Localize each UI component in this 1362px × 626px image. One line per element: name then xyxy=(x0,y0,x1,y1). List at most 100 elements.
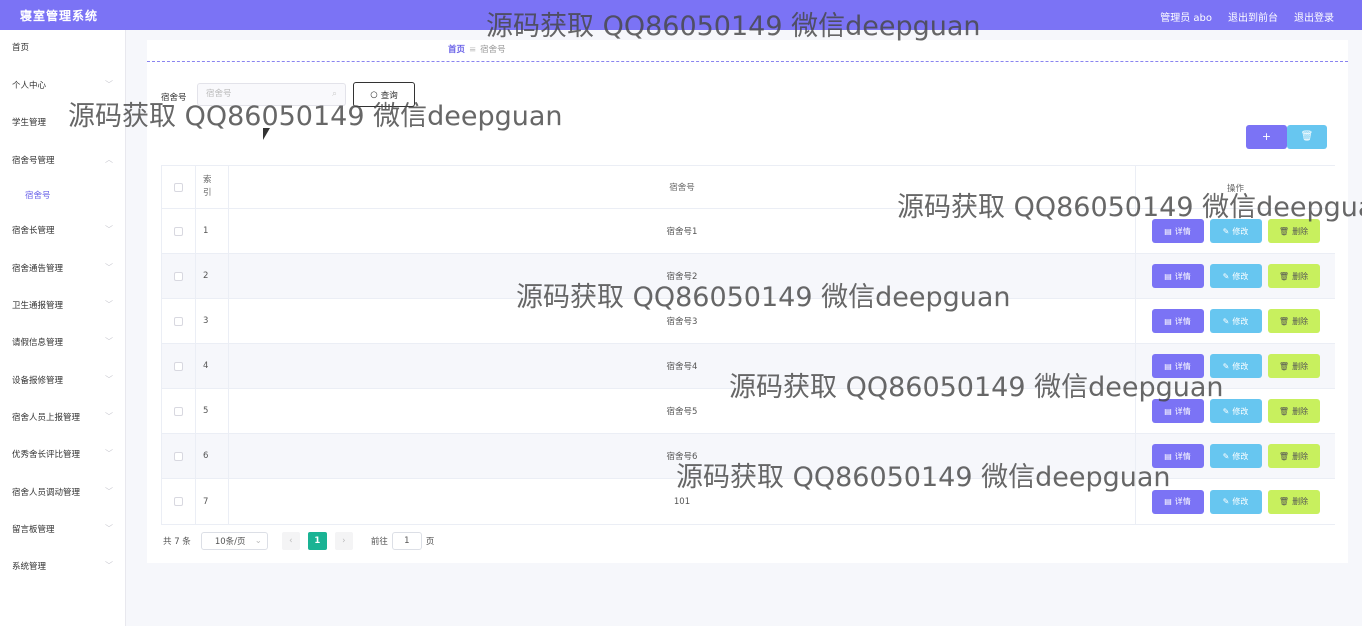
delete-button[interactable]: 🗑 删除 xyxy=(1267,264,1320,288)
divider xyxy=(147,61,1348,62)
row-checkbox[interactable] xyxy=(174,271,183,281)
chevron-down-icon: ﹀ xyxy=(105,117,113,126)
sidebar-item-evaluation[interactable]: 优秀舍长评比管理 ﹀ xyxy=(0,441,126,467)
detail-button[interactable]: ▤ 详情 xyxy=(1151,264,1204,288)
trash-icon: 🗑 xyxy=(1278,316,1290,326)
sidebar-item-leave[interactable]: 请假信息管理 ﹀ xyxy=(0,329,126,355)
table-row: 6 宿舍号6 ▤ 详情 ✎ 修改 🗑 删除 xyxy=(162,434,1335,479)
chevron-down-icon: ﹀ xyxy=(105,337,113,346)
search-button-label: 查询 xyxy=(380,90,398,101)
chevron-down-icon: ﹀ xyxy=(105,412,113,421)
batch-delete-button[interactable]: 🗑 xyxy=(1287,125,1327,149)
sidebar-item-dorm-number-mgmt[interactable]: 宿舍号管理 ︿ xyxy=(0,147,126,173)
row-checkbox[interactable] xyxy=(174,361,183,371)
row-checkbox[interactable] xyxy=(174,451,183,461)
table-row: 3 宿舍号3 ▤ 详情 ✎ 修改 🗑 删除 xyxy=(162,299,1335,344)
search-button[interactable]: ○ 查询 xyxy=(353,82,415,107)
breadcrumb-separator: ≡ xyxy=(469,45,477,55)
edit-button[interactable]: ✎ 修改 xyxy=(1209,489,1262,514)
search-placeholder: 宿舍号 xyxy=(206,89,232,99)
edit-button[interactable]: ✎ 修改 xyxy=(1209,219,1262,243)
sidebar-item-guestbook[interactable]: 留言板管理 ﹀ xyxy=(0,516,126,542)
row-checkbox[interactable] xyxy=(174,406,183,416)
row-index: 2 xyxy=(196,254,229,298)
chevron-down-icon: ﹀ xyxy=(105,80,113,89)
chevron-down-icon: ﹀ xyxy=(105,524,113,533)
edit-button[interactable]: ✎ 修改 xyxy=(1209,399,1262,423)
row-checkbox[interactable] xyxy=(174,316,183,326)
sidebar-item-hygiene[interactable]: 卫生通报管理 ﹀ xyxy=(0,292,126,318)
pencil-icon: ✎ xyxy=(1222,316,1230,326)
detail-button[interactable]: ▤ 详情 xyxy=(1151,489,1204,514)
detail-button[interactable]: ▤ 详情 xyxy=(1151,444,1204,468)
delete-button[interactable]: 🗑 删除 xyxy=(1267,309,1320,333)
row-dorm-number: 宿舍号5 xyxy=(666,407,698,417)
select-all-checkbox[interactable] xyxy=(174,182,183,192)
search-icon: ○ xyxy=(370,89,378,100)
next-page-button[interactable]: › xyxy=(334,532,353,550)
sidebar-item-dorm-number[interactable]: 宿舍号 xyxy=(0,182,126,208)
sidebar-item-notices[interactable]: 宿舍通告管理 ﹀ xyxy=(0,255,126,281)
pagination: 共 7 条 10条/页 ⌄ ‹ 1 › 前往 1 页 xyxy=(163,532,434,550)
table-row: 2 宿舍号2 ▤ 详情 ✎ 修改 🗑 删除 xyxy=(162,254,1335,299)
row-dorm-number: 宿舍号2 xyxy=(666,272,698,282)
row-dorm-number: 宿舍号6 xyxy=(666,452,698,462)
to-front-link[interactable]: 退出到前台 xyxy=(1228,9,1278,24)
breadcrumb-current: 宿舍号 xyxy=(480,45,506,55)
chevron-down-icon: ﹀ xyxy=(105,263,113,272)
add-button[interactable]: + xyxy=(1246,125,1287,149)
search-icon: ⌕ xyxy=(331,89,337,99)
row-index: 6 xyxy=(196,434,229,478)
delete-button[interactable]: 🗑 删除 xyxy=(1267,399,1320,423)
sidebar-item-report[interactable]: 宿舍人员上报管理 ﹀ xyxy=(0,404,126,430)
logout-link[interactable]: 退出登录 xyxy=(1294,9,1334,24)
table-header: 索引 宿舍号 操作 xyxy=(162,166,1335,209)
delete-button[interactable]: 🗑 删除 xyxy=(1267,444,1320,468)
detail-button[interactable]: ▤ 详情 xyxy=(1151,399,1204,423)
pencil-icon: ✎ xyxy=(1222,406,1230,416)
page-size-select[interactable]: 10条/页 ⌄ xyxy=(200,532,268,550)
header-actions: 管理员 abo 退出到前台 退出登录 xyxy=(1160,9,1334,24)
header-ops: 操作 xyxy=(1135,166,1335,208)
delete-button[interactable]: 🗑 删除 xyxy=(1267,354,1320,378)
document-icon: ▤ xyxy=(1164,406,1172,416)
prev-page-button[interactable]: ‹ xyxy=(281,532,300,550)
row-checkbox[interactable] xyxy=(174,226,183,236)
table-row: 7 101 ▤ 详情 ✎ 修改 🗑 删除 xyxy=(162,479,1335,524)
detail-button[interactable]: ▤ 详情 xyxy=(1151,354,1204,378)
document-icon: ▤ xyxy=(1164,451,1172,461)
delete-button[interactable]: 🗑 删除 xyxy=(1267,219,1320,243)
chevron-up-icon: ︿ xyxy=(105,155,113,164)
edit-button[interactable]: ✎ 修改 xyxy=(1209,444,1262,468)
chevron-down-icon: ﹀ xyxy=(105,225,113,234)
app-title: 寝室管理系统 xyxy=(20,9,99,23)
row-index: 7 xyxy=(196,479,229,524)
search-input[interactable]: 宿舍号 ⌕ xyxy=(197,83,346,106)
sidebar-item-students[interactable]: 学生管理 ﹀ xyxy=(0,109,126,135)
document-icon: ▤ xyxy=(1164,226,1172,236)
breadcrumb: 首页 ≡ 宿舍号 xyxy=(448,43,506,55)
breadcrumb-home[interactable]: 首页 xyxy=(448,45,465,55)
sidebar-item-dorm-leader[interactable]: 宿舍长管理 ﹀ xyxy=(0,217,126,243)
sidebar-item-home[interactable]: 首页 xyxy=(0,34,126,60)
sidebar-item-profile[interactable]: 个人中心 ﹀ xyxy=(0,72,126,98)
delete-button[interactable]: 🗑 删除 xyxy=(1267,489,1320,514)
detail-button[interactable]: ▤ 详情 xyxy=(1151,219,1204,243)
edit-button[interactable]: ✎ 修改 xyxy=(1209,309,1262,333)
edit-button[interactable]: ✎ 修改 xyxy=(1209,354,1262,378)
row-index: 4 xyxy=(196,344,229,388)
row-index: 1 xyxy=(196,209,229,253)
goto-page-input[interactable]: 1 xyxy=(391,532,422,550)
document-icon: ▤ xyxy=(1164,271,1172,281)
sidebar-item-system[interactable]: 系统管理 ﹀ xyxy=(0,553,126,579)
edit-button[interactable]: ✎ 修改 xyxy=(1209,264,1262,288)
page-unit-label: 页 xyxy=(425,537,435,547)
top-bar: 寝室管理系统 管理员 abo 退出到前台 退出登录 xyxy=(0,0,1362,30)
header-dorm-number: 宿舍号 xyxy=(669,183,695,193)
sidebar-item-transfer[interactable]: 宿舍人员调动管理 ﹀ xyxy=(0,479,126,505)
page-1-button[interactable]: 1 xyxy=(307,532,327,550)
detail-button[interactable]: ▤ 详情 xyxy=(1151,309,1204,333)
row-checkbox[interactable] xyxy=(174,497,183,506)
sidebar-item-repair[interactable]: 设备报修管理 ﹀ xyxy=(0,367,126,393)
header-index: 索引 xyxy=(196,166,229,208)
